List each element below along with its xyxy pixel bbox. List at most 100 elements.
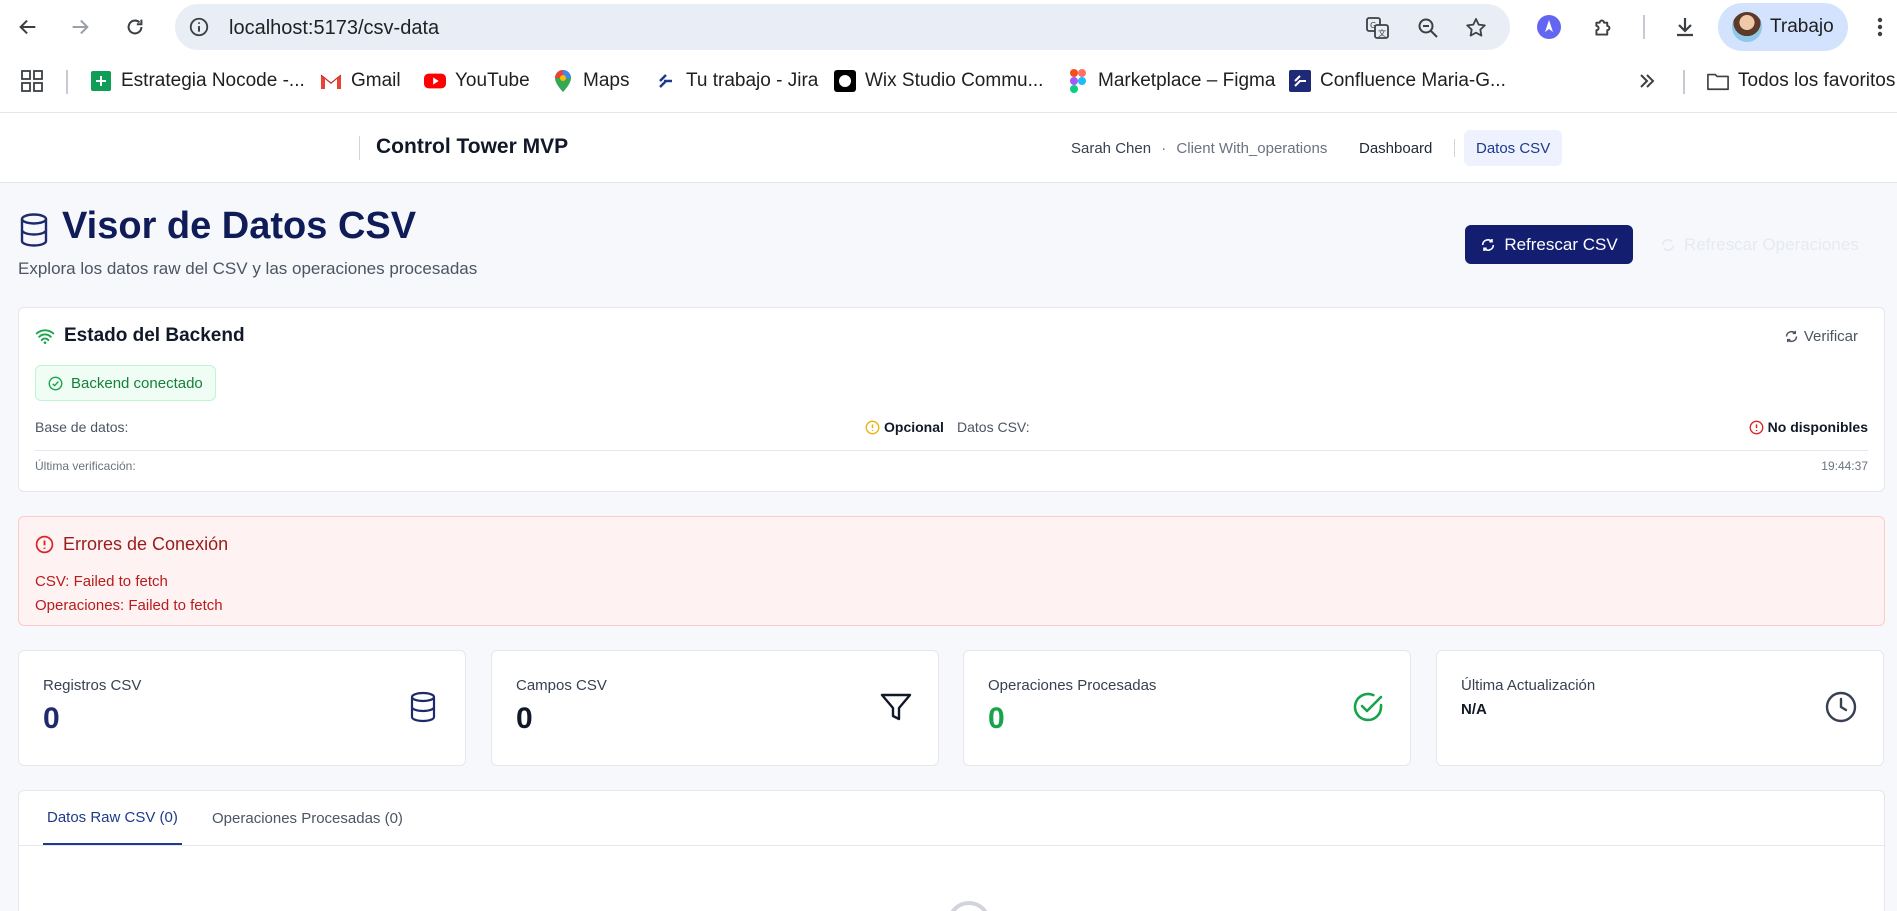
app-title: Control Tower MVP [376, 135, 569, 158]
zoom-icon[interactable] [1415, 15, 1441, 41]
reload-button[interactable] [119, 11, 151, 43]
page-title: Visor de Datos CSV [62, 205, 417, 247]
backend-title: Estado del Backend [35, 325, 245, 347]
nav-dashboard[interactable]: Dashboard [1347, 130, 1444, 166]
backend-title-text: Estado del Backend [64, 325, 245, 346]
nav-separator [1454, 139, 1455, 157]
tab-processed-operations[interactable]: Operaciones Procesadas (0) [208, 791, 407, 845]
loading-spinner [947, 901, 991, 911]
bookmark-label: Tu trabajo - Jira [686, 70, 819, 91]
verify-label: Verificar [1803, 328, 1858, 345]
all-favorites[interactable]: Todos los favoritos [1707, 68, 1895, 94]
tab-raw-csv[interactable]: Datos Raw CSV (0) [43, 791, 182, 845]
stat-value: 0 [43, 702, 60, 735]
alert-circle-icon [35, 535, 54, 554]
client-name: Client With_operations [1176, 140, 1328, 157]
profile-button[interactable]: Trabajo [1718, 3, 1848, 51]
bookmark-jira[interactable]: Tu trabajo - Jira [655, 68, 818, 94]
db-label: Base de datos: [35, 419, 129, 435]
back-button[interactable] [12, 11, 44, 43]
divider [35, 450, 1868, 451]
bookmark-label: Estrategia Nocode -... [121, 70, 305, 91]
site-info-icon[interactable] [187, 15, 211, 39]
stat-value: 0 [516, 702, 533, 735]
bookmark-youtube[interactable]: YouTube [424, 68, 530, 94]
bookmark-label: Gmail [351, 70, 401, 91]
verify-button[interactable]: Verificar [1784, 328, 1858, 345]
address-bar[interactable]: localhost:5173/csv-data G文 [175, 4, 1510, 50]
toolbar-separator [1643, 15, 1645, 39]
stat-card-csv-fields: Campos CSV 0 [491, 650, 939, 766]
more-menu-icon[interactable] [1864, 11, 1896, 43]
bookmark-maps[interactable]: Maps [552, 68, 629, 94]
apps-grid-icon[interactable] [20, 68, 44, 94]
chevron-more-icon[interactable] [1638, 68, 1656, 94]
bookmark-confluence[interactable]: Confluence Maria-G... [1289, 68, 1506, 94]
wix-icon [834, 70, 856, 92]
stat-label: Registros CSV [43, 677, 142, 694]
bookmark-estrategia[interactable]: Estrategia Nocode -... [90, 68, 305, 94]
stat-label: Última Actualización [1461, 677, 1596, 694]
refresh-csv-button[interactable]: Refrescar CSV [1465, 225, 1633, 264]
refresh-icon [1661, 238, 1675, 251]
refresh-operations-button[interactable]: Refrescar Operaciones [1660, 225, 1880, 264]
backend-status-card: Estado del Backend Verificar Backend con… [18, 307, 1885, 492]
status-label: Backend conectado [71, 374, 203, 392]
tabs-divider [19, 845, 1884, 846]
bookmark-gmail[interactable]: Gmail [320, 68, 401, 94]
check-circle-icon [48, 376, 63, 390]
figma-icon [1067, 69, 1089, 93]
forward-button[interactable] [64, 11, 96, 43]
page-subtitle: Explora los datos raw del CSV y las oper… [18, 259, 478, 278]
last-check-label: Última verificación: [35, 459, 136, 473]
stat-card-processed-operations: Operaciones Procesadas 0 [963, 650, 1411, 766]
app-header: Control Tower MVP Sarah Chen · Client Wi… [0, 113, 1897, 183]
download-icon[interactable] [1669, 11, 1701, 43]
all-favorites-label: Todos los favoritos [1738, 70, 1896, 91]
arrow-left-icon [19, 19, 36, 35]
arrow-right-icon [72, 19, 89, 35]
db-value-text: Opcional [884, 419, 944, 435]
data-tabs-card: Datos Raw CSV (0) Operaciones Procesadas… [18, 790, 1885, 911]
stat-label: Campos CSV [516, 677, 607, 694]
bookmarks-separator [66, 70, 68, 94]
alert-circle-icon [1749, 420, 1764, 434]
stat-card-last-update: Última Actualización N/A [1436, 650, 1884, 766]
refresh-icon [1785, 330, 1798, 343]
bookmarks-separator [1683, 70, 1685, 94]
refresh-operations-label: Refrescar Operaciones [1684, 234, 1859, 254]
url-text[interactable]: localhost:5173/csv-data [229, 17, 439, 40]
stat-label: Operaciones Procesadas [988, 677, 1157, 694]
connection-errors-card: Errores de Conexión CSV: Failed to fetch… [18, 516, 1885, 626]
db-value: Opcional [865, 419, 944, 435]
bookmark-label: YouTube [455, 70, 530, 91]
bookmarks-bar: Estrategia Nocode -... Gmail YouTube Map… [0, 58, 1897, 104]
reload-icon [127, 19, 143, 35]
bookmark-wix[interactable]: Wix Studio Commu... [834, 68, 1043, 94]
wifi-icon [35, 329, 55, 344]
translate-icon[interactable]: G文 [1365, 15, 1391, 41]
csv-data-value-text: No disponibles [1767, 419, 1868, 435]
bookmark-label: Marketplace – Figma [1098, 70, 1276, 91]
clock-icon [1825, 691, 1857, 723]
status-badge: Backend conectado [35, 365, 216, 401]
refresh-icon [1482, 238, 1495, 251]
browser-toolbar: localhost:5173/csv-data G文 Trabajo [0, 0, 1897, 54]
bookmark-figma[interactable]: Marketplace – Figma [1067, 68, 1275, 94]
avatar [1732, 12, 1762, 42]
extensions-puzzle-icon[interactable] [1588, 11, 1620, 43]
user-info: Sarah Chen · Client With_operations [1071, 140, 1327, 157]
last-check-value: 19:44:37 [1821, 459, 1868, 473]
folder-icon [1707, 70, 1729, 92]
svg-text:文: 文 [1378, 28, 1386, 38]
sheets-icon [90, 70, 112, 92]
bookmark-label: Wix Studio Commu... [865, 70, 1044, 91]
bookmark-label: Confluence Maria-G... [1320, 70, 1506, 91]
gmail-icon [320, 70, 342, 92]
nav-csv-data[interactable]: Datos CSV [1464, 130, 1563, 166]
warning-circle-icon [865, 420, 880, 434]
bookmark-label: Maps [583, 70, 630, 91]
extension-compass-icon[interactable] [1533, 11, 1565, 43]
bookmark-star-icon[interactable] [1463, 15, 1489, 41]
user-separator: · [1161, 140, 1167, 157]
